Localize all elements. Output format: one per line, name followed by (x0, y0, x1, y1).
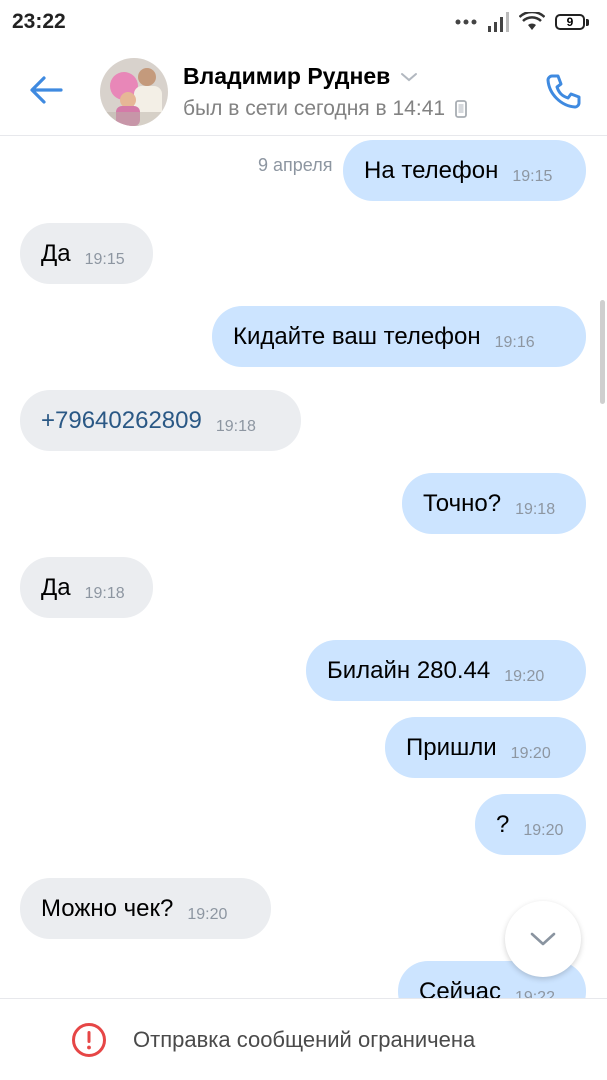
contact-name-row[interactable]: Владимир Руднев (183, 63, 418, 90)
chevron-down-icon (530, 932, 556, 946)
message-text: ? (496, 810, 510, 838)
contact-name: Владимир Руднев (183, 63, 391, 89)
mobile-device-icon (455, 100, 467, 118)
message-bubble[interactable]: На телефон 19:15 (343, 140, 586, 201)
message-text: Билайн 280.44 (327, 656, 491, 684)
status-icons: 9 (455, 12, 589, 32)
last-seen-row: был в сети сегодня в 14:41 (183, 97, 467, 121)
signal-icon (488, 12, 509, 32)
message-time: 19:15 (512, 167, 553, 185)
message-text: Сейчас (419, 977, 501, 999)
scroll-down-button[interactable] (505, 901, 581, 977)
message-text: На телефон (364, 156, 499, 184)
message-bubble[interactable]: Билайн 280.44 19:20 (306, 640, 586, 701)
composer-restricted-bar: Отправка сообщений ограничена (0, 998, 607, 1080)
message-bubble[interactable]: Да 19:18 (20, 557, 153, 618)
message-text: Да (41, 573, 71, 601)
message-time: 19:15 (84, 250, 125, 268)
message-text: Да (41, 239, 71, 267)
call-button[interactable] (538, 66, 588, 116)
status-bar: 23:22 9 (0, 0, 607, 44)
message-text: Кидайте ваш телефон (233, 322, 481, 350)
message-time: 19:22 (514, 988, 555, 999)
message-bubble[interactable]: Кидайте ваш телефон 19:16 (212, 306, 586, 367)
wifi-icon (519, 12, 545, 30)
scrollbar[interactable] (600, 300, 605, 404)
message-bubble[interactable]: Можно чек? 19:20 (20, 878, 271, 939)
message-list[interactable]: На телефон 19:15 9 апреля Да 19:15 Кидай… (0, 136, 607, 998)
restriction-text: Отправка сообщений ограничена (133, 1026, 476, 1052)
message-time: 19:18 (215, 417, 256, 435)
message-time: 19:20 (523, 821, 564, 839)
message-time: 19:18 (84, 584, 125, 602)
message-bubble[interactable]: Пришли 19:20 (385, 717, 586, 778)
avatar[interactable] (100, 58, 168, 126)
back-button[interactable] (22, 66, 70, 114)
phone-icon (546, 74, 581, 109)
message-bubble[interactable]: Да 19:15 (20, 223, 153, 284)
message-text: Точно? (423, 489, 502, 517)
message-time: 19:20 (504, 667, 545, 685)
message-bubble[interactable]: Точно? 19:18 (402, 473, 586, 534)
date-label: 9 апреля (258, 155, 333, 175)
message-time: 19:20 (510, 744, 551, 762)
message-time: 19:20 (187, 905, 228, 923)
message-bubble[interactable]: +79640262809 19:18 (20, 390, 301, 451)
dots-icon (455, 19, 477, 25)
avatar-image (100, 58, 168, 126)
message-time: 19:16 (494, 333, 535, 351)
message-time: 19:18 (515, 500, 556, 518)
phone-number-link[interactable]: +79640262809 (41, 407, 202, 435)
exclamation-circle-icon (72, 1022, 106, 1057)
status-time: 23:22 (12, 10, 66, 33)
last-seen-text: был в сети сегодня в 14:41 (183, 97, 446, 120)
back-arrow-icon (30, 76, 63, 104)
message-bubble[interactable]: ? 19:20 (475, 794, 586, 855)
message-text: Пришли (406, 733, 497, 761)
battery-icon: 9 (555, 14, 589, 30)
battery-level: 9 (566, 15, 574, 29)
chat-header: Владимир Руднев был в сети сегодня в 14:… (0, 44, 607, 136)
message-text: Можно чек? (41, 894, 174, 922)
chevron-down-icon (401, 72, 418, 81)
